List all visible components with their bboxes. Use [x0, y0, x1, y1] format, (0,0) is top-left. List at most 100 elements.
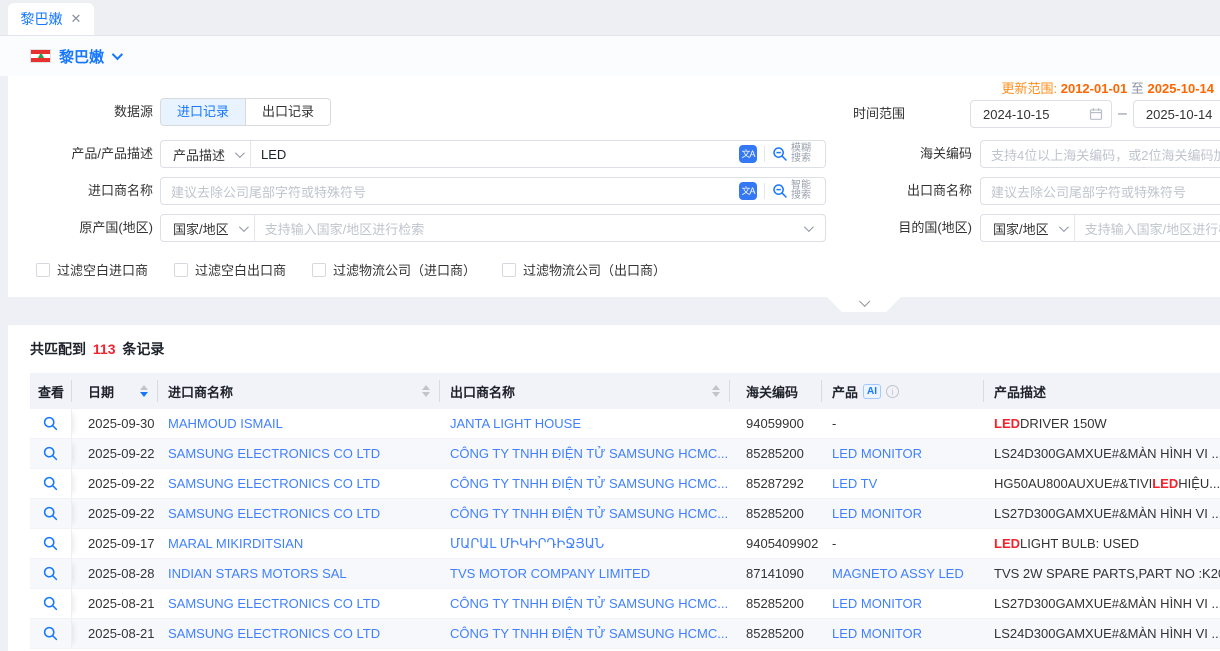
- product-link[interactable]: LED MONITOR: [832, 506, 922, 521]
- view-record-button[interactable]: [30, 619, 72, 648]
- importer-input[interactable]: 建议去除公司尾部字符或特殊符号: [161, 182, 739, 201]
- product-link[interactable]: LED MONITOR: [832, 596, 922, 611]
- exporter-input[interactable]: 建议去除公司尾部字符或特殊符号: [980, 177, 1220, 205]
- sort-desc-icon[interactable]: [422, 392, 430, 397]
- filter-checkbox-1[interactable]: 过滤空白出口商: [174, 260, 286, 279]
- importer-link[interactable]: SAMSUNG ELECTRONICS CO LTD: [168, 446, 380, 461]
- tab-lebanon[interactable]: 黎巴嫩 ✕: [8, 3, 94, 35]
- filter-checkbox-0[interactable]: 过滤空白进口商: [36, 260, 148, 279]
- exporter-link[interactable]: ՄԱՐԱԼ ՄԻԿԻՐԴԻՋՅԱՆ: [450, 536, 604, 552]
- column-header-3[interactable]: 出口商名称: [440, 373, 730, 409]
- tab-close-icon[interactable]: ✕: [71, 11, 82, 27]
- date-to-input[interactable]: 2025-10-14: [1133, 100, 1220, 128]
- translate-icon[interactable]: 文A: [739, 145, 757, 163]
- exporter-cell: ՄԱՐԱԼ ՄԻԿԻՐԴԻՋՅԱՆ: [440, 529, 730, 558]
- fuzzy-search-icon[interactable]: [772, 146, 788, 162]
- exporter-cell: JANTA LIGHT HOUSE: [440, 409, 730, 438]
- importer-link[interactable]: SAMSUNG ELECTRONICS CO LTD: [168, 596, 380, 611]
- description-cell: LS27D300GAMXUE#&MÀN HÌNH VI ...: [984, 589, 1220, 618]
- view-record-button[interactable]: [30, 409, 72, 438]
- view-record-button[interactable]: [30, 469, 72, 498]
- smart-search-hint[interactable]: 智能搜索: [791, 181, 817, 201]
- column-label: 出口商名称: [450, 382, 515, 401]
- date-from-input[interactable]: 2024-10-15: [970, 100, 1112, 128]
- tab-title: 黎巴嫩: [21, 9, 63, 29]
- view-record-button[interactable]: [30, 499, 72, 528]
- fuzzy-search-hint[interactable]: 模糊搜索: [791, 144, 817, 164]
- sort-desc-icon[interactable]: [712, 392, 720, 397]
- view-record-button[interactable]: [30, 529, 72, 558]
- origin-search-input[interactable]: 支持输入国家/地区进行检索: [255, 219, 804, 238]
- hs-code-label: 海关编码: [842, 140, 972, 168]
- checkbox-icon[interactable]: [312, 263, 326, 277]
- exporter-link[interactable]: CÔNG TY TNHH ĐIỆN TỬ SAMSUNG HCMC...: [450, 476, 728, 491]
- destination-country-select[interactable]: 国家/地区: [981, 219, 1074, 238]
- column-header-1[interactable]: 日期: [72, 373, 158, 409]
- product-link[interactable]: LED TV: [832, 476, 877, 491]
- sort-asc-icon[interactable]: [422, 385, 430, 390]
- exporter-link[interactable]: CÔNG TY TNHH ĐIỆN TỬ SAMSUNG HCMC...: [450, 626, 728, 641]
- product-input-group: 产品描述 LED 文A 模糊搜索: [160, 140, 826, 168]
- exporter-link[interactable]: TVS MOTOR COMPANY LIMITED: [450, 566, 650, 581]
- filter-panel: 更新范围: 2012-01-01 至 2025-10-14 数据源 进口记录出口…: [8, 76, 1220, 297]
- magnifier-icon: [43, 446, 58, 461]
- exporter-cell: CÔNG TY TNHH ĐIỆN TỬ SAMSUNG HCMC...: [440, 439, 730, 468]
- product-link[interactable]: MAGNETO ASSY LED: [832, 566, 964, 581]
- source-option-0[interactable]: 进口记录: [161, 99, 245, 125]
- importer-link[interactable]: MARAL MIKIRDITSIAN: [168, 536, 303, 551]
- chevron-down-icon[interactable]: [112, 49, 123, 60]
- column-header-6: 产品描述: [984, 373, 1220, 409]
- table-row: 2025-09-22SAMSUNG ELECTRONICS CO LTDCÔNG…: [30, 499, 1220, 529]
- exporter-link[interactable]: CÔNG TY TNHH ĐIỆN TỬ SAMSUNG HCMC...: [450, 506, 728, 521]
- destination-search-input[interactable]: 支持输入国家/地区进行检...: [1075, 219, 1220, 238]
- product-type-select[interactable]: 产品描述: [161, 145, 250, 164]
- country-name[interactable]: 黎巴嫩: [59, 46, 104, 67]
- update-range-label: 更新范围:: [1001, 81, 1057, 96]
- source-label: 数据源: [23, 98, 153, 126]
- importer-link[interactable]: INDIAN STARS MOTORS SAL: [168, 566, 347, 581]
- filter-checkboxes: 过滤空白进口商 过滤空白出口商 过滤物流公司（进口商） 过滤物流公司（出口商）: [36, 260, 666, 279]
- product-link[interactable]: LED MONITOR: [832, 446, 922, 461]
- hs-code-input[interactable]: 支持4位以上海关编码，或2位海关编码加上...: [980, 140, 1220, 168]
- sort-desc-icon[interactable]: [140, 392, 148, 397]
- view-record-button[interactable]: [30, 439, 72, 468]
- importer-link[interactable]: SAMSUNG ELECTRONICS CO LTD: [168, 626, 380, 641]
- filter-checkbox-3[interactable]: 过滤物流公司（出口商）: [502, 260, 666, 279]
- product-empty: -: [832, 536, 836, 551]
- filter-checkbox-2[interactable]: 过滤物流公司（进口商）: [312, 260, 476, 279]
- importer-link[interactable]: SAMSUNG ELECTRONICS CO LTD: [168, 476, 380, 491]
- checkbox-icon[interactable]: [36, 263, 50, 277]
- sort-asc-icon[interactable]: [140, 385, 148, 390]
- view-record-button[interactable]: [30, 589, 72, 618]
- origin-country-select[interactable]: 国家/地区: [161, 219, 254, 238]
- checkbox-icon[interactable]: [502, 263, 516, 277]
- product-link[interactable]: LED MONITOR: [832, 626, 922, 641]
- checkbox-icon[interactable]: [174, 263, 188, 277]
- translate-icon[interactable]: 文A: [739, 182, 757, 200]
- info-icon[interactable]: i: [886, 385, 899, 398]
- collapse-panel-handle[interactable]: [827, 297, 901, 312]
- exporter-link[interactable]: CÔNG TY TNHH ĐIỆN TỬ SAMSUNG HCMC...: [450, 596, 728, 611]
- exporter-cell: TVS MOTOR COMPANY LIMITED: [440, 559, 730, 588]
- column-header-5: 产品AIi: [822, 373, 984, 409]
- smart-search-icon[interactable]: [772, 183, 788, 199]
- keyword-highlight: LED: [994, 416, 1020, 431]
- column-header-2[interactable]: 进口商名称: [158, 373, 440, 409]
- date-cell: 2025-09-22: [72, 469, 158, 498]
- exporter-link[interactable]: JANTA LIGHT HOUSE: [450, 416, 581, 431]
- sort-control[interactable]: [712, 385, 720, 397]
- importer-link[interactable]: SAMSUNG ELECTRONICS CO LTD: [168, 506, 380, 521]
- exporter-link[interactable]: CÔNG TY TNHH ĐIỆN TỬ SAMSUNG HCMC...: [450, 446, 728, 461]
- sort-control[interactable]: [140, 385, 148, 397]
- description-cell: LS24D300GAMXUE#&MÀN HÌNH VI ...: [984, 439, 1220, 468]
- sort-control[interactable]: [422, 385, 430, 397]
- chevron-down-icon: [804, 222, 814, 232]
- date-cell: 2025-08-28: [72, 559, 158, 588]
- product-search-input[interactable]: LED: [251, 147, 739, 162]
- importer-link[interactable]: MAHMOUD ISMAIL: [168, 416, 283, 431]
- source-option-1[interactable]: 出口记录: [245, 99, 330, 125]
- column-label: 日期: [88, 382, 114, 401]
- sort-asc-icon[interactable]: [712, 385, 720, 390]
- view-record-button[interactable]: [30, 559, 72, 588]
- update-range-to: 2025-10-14: [1148, 81, 1215, 96]
